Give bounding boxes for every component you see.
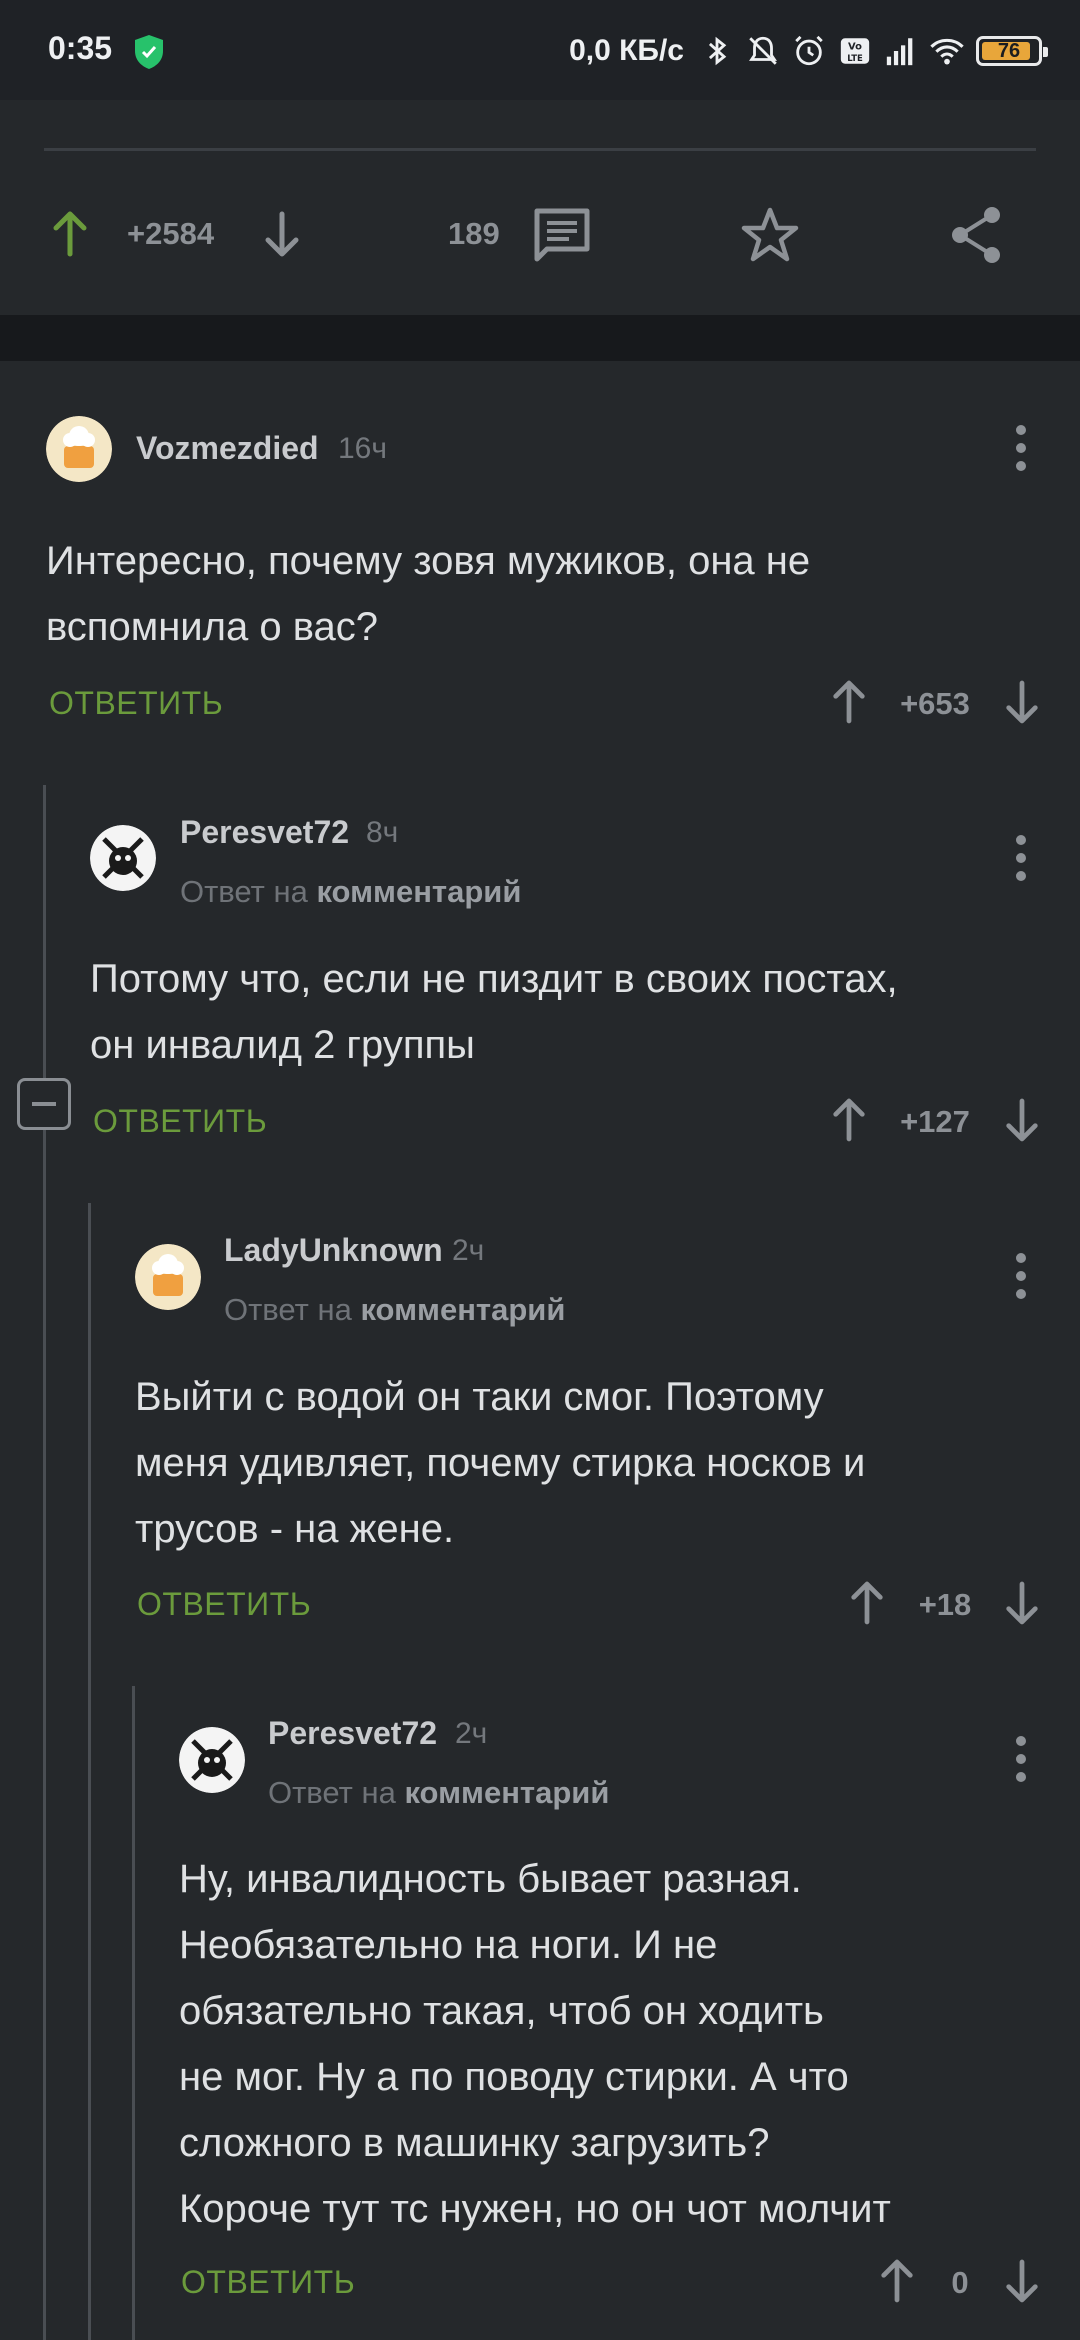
svg-text:LTE: LTE <box>847 54 863 64</box>
avatar[interactable] <box>90 825 156 891</box>
comment-text: Интересно, почему зовя мужиков, она не в… <box>46 539 811 649</box>
comment-score: +653 <box>900 686 970 721</box>
arrow-down-icon[interactable] <box>1003 678 1041 726</box>
shield-icon <box>135 35 163 69</box>
comment-username[interactable]: Peresvet72 <box>180 814 349 851</box>
signal-icon <box>886 38 913 66</box>
reply-button[interactable]: ОТВЕТИТЬ <box>93 1103 267 1140</box>
battery-level: 76 <box>997 40 1021 62</box>
reply-to-reference[interactable]: Ответ на комментарий <box>180 874 521 910</box>
volte-icon: VoLTE <box>840 38 870 64</box>
network-speed: 0,0 КБ/с <box>569 34 684 67</box>
comment-text: Выйти с водой он таки смог. Поэтому меня… <box>135 1375 866 1551</box>
avatar[interactable] <box>179 1727 245 1793</box>
avatar[interactable] <box>135 1244 201 1310</box>
reply-to-reference[interactable]: Ответ на комментарий <box>268 1775 609 1811</box>
arrow-down-icon[interactable] <box>262 210 302 258</box>
arrow-up-icon[interactable] <box>830 1096 868 1144</box>
bluetooth-icon <box>708 36 727 66</box>
comment-text: Потому что, если не пиздит в своих поста… <box>90 957 898 1067</box>
comment-score: +127 <box>900 1104 970 1139</box>
divider <box>44 148 1036 151</box>
arrow-up-icon[interactable] <box>848 1579 886 1627</box>
comment-username[interactable]: LadyUnknown <box>224 1232 443 1269</box>
comment-time: 2ч <box>455 1717 488 1750</box>
arrow-down-icon[interactable] <box>1003 1096 1041 1144</box>
thread-line <box>43 785 46 2340</box>
comment-score: 0 <box>951 2265 969 2300</box>
more-options-icon[interactable] <box>1015 1734 1027 1784</box>
thread-line <box>88 1203 91 2340</box>
share-icon[interactable] <box>948 205 1004 265</box>
post-rating: +2584 <box>127 216 215 251</box>
svg-text:Vo: Vo <box>848 42 862 53</box>
comment-username[interactable]: Peresvet72 <box>268 1715 437 1752</box>
comment-username[interactable]: Vozmezdied <box>136 430 319 467</box>
arrow-down-icon[interactable] <box>1003 1579 1041 1627</box>
reply-button[interactable]: ОТВЕТИТЬ <box>137 1586 311 1623</box>
collapse-thread-button[interactable] <box>17 1078 71 1130</box>
reply-to-reference[interactable]: Ответ на комментарий <box>224 1292 565 1328</box>
mute-icon <box>749 36 777 65</box>
comment-score: +18 <box>918 1587 972 1622</box>
comment-time: 2ч <box>452 1234 485 1267</box>
more-options-icon[interactable] <box>1015 1251 1027 1301</box>
comment-icon[interactable] <box>533 207 591 263</box>
status-time: 0:35 <box>48 30 113 66</box>
more-options-icon[interactable] <box>1015 423 1027 473</box>
reply-button[interactable]: ОТВЕТИТЬ <box>181 2264 355 2301</box>
wifi-icon <box>930 38 964 65</box>
star-icon[interactable] <box>740 205 800 265</box>
alarm-icon <box>795 35 823 66</box>
arrow-down-icon[interactable] <box>1003 2257 1041 2305</box>
thread-line <box>132 1686 135 2340</box>
arrow-up-icon[interactable] <box>50 210 90 258</box>
comment-time: 16ч <box>338 432 387 465</box>
section-separator <box>0 315 1080 361</box>
arrow-up-icon[interactable] <box>878 2257 916 2305</box>
reply-button[interactable]: ОТВЕТИТЬ <box>49 685 223 722</box>
battery-icon: 76 <box>976 36 1048 66</box>
avatar[interactable] <box>46 416 112 482</box>
comments-count: 189 <box>448 216 500 251</box>
comment-text: Ну, инвалидность бывает разная. Необязат… <box>179 1857 891 2231</box>
comment-time: 8ч <box>366 816 399 849</box>
more-options-icon[interactable] <box>1015 833 1027 883</box>
status-bar: 0:35 0,0 КБ/с Vo LTE 76 <box>0 0 1080 100</box>
arrow-up-icon[interactable] <box>830 678 868 726</box>
